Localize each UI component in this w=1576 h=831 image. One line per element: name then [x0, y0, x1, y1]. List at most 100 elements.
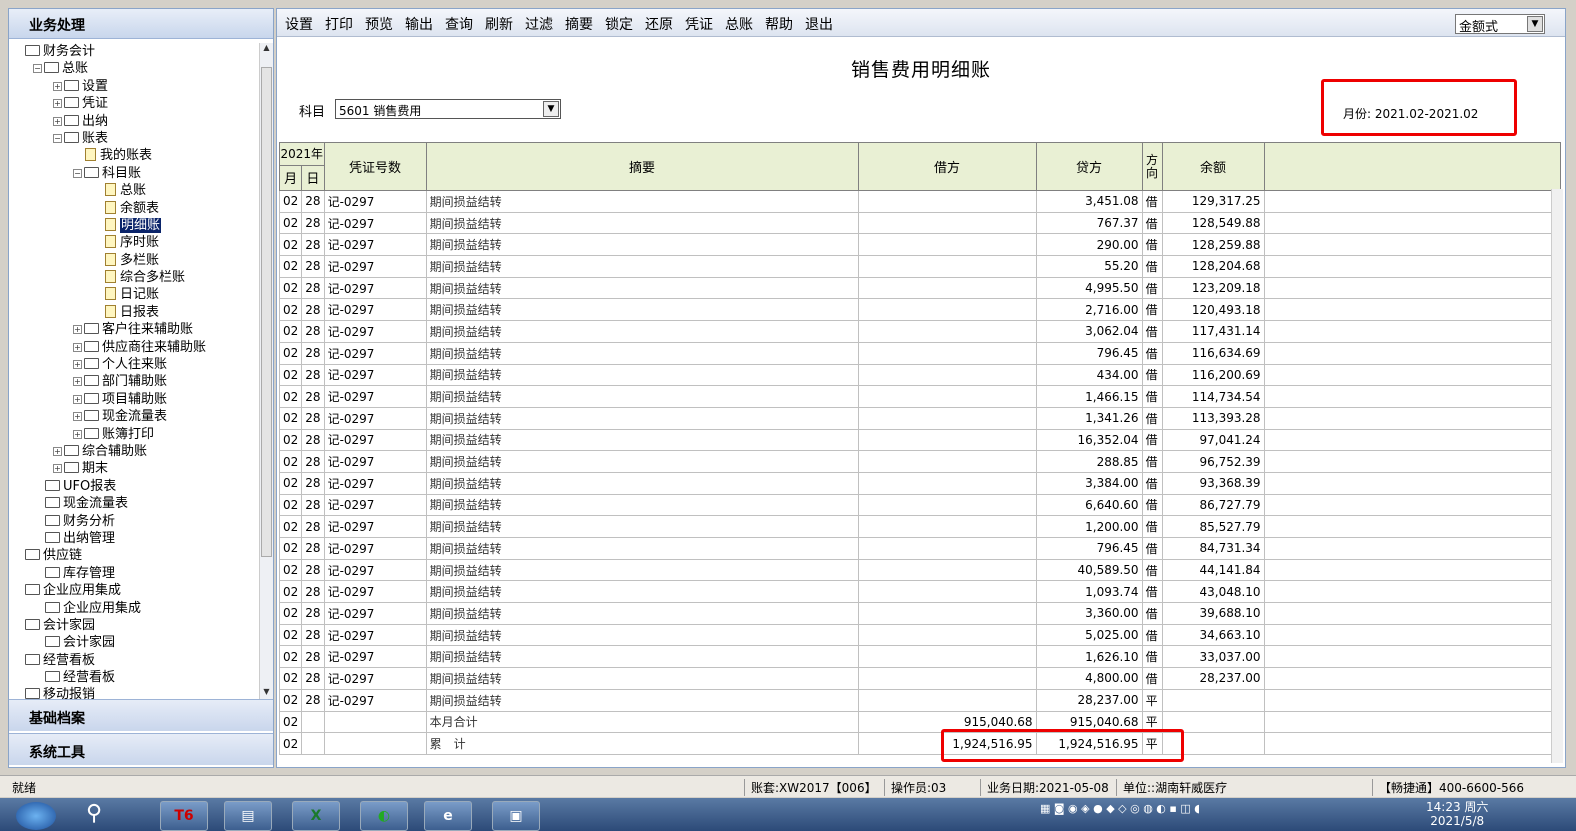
tree-item[interactable]: + 部门辅助账 — [13, 373, 259, 390]
tree-item[interactable]: 经营看板 — [13, 652, 259, 669]
clock[interactable]: 14:23 周六 2021/5/8 — [1426, 800, 1488, 828]
display-mode-select[interactable]: 金额式 ▼ — [1455, 14, 1545, 35]
toolbar-button[interactable]: 还原 — [645, 17, 673, 33]
toolbar-button[interactable]: 锁定 — [605, 17, 633, 33]
tree-item[interactable]: 企业应用集成 — [13, 600, 259, 617]
table-row[interactable]: 02 28 记-0297 期间损益结转 3,384.00 借 93,368.39 — [279, 471, 1561, 495]
table-row[interactable]: 02 28 记-0297 期间损益结转 1,341.26 借 113,393.28 — [279, 406, 1561, 430]
expand-icon[interactable]: + — [73, 325, 82, 335]
table-row[interactable]: 02 28 记-0297 期间损益结转 796.45 借 84,731.34 — [279, 537, 1561, 560]
t6-app-icon[interactable]: T6 — [160, 801, 208, 831]
tree-item[interactable]: 总账 — [13, 182, 259, 199]
table-row[interactable]: 02 28 记-0297 期间损益结转 6,640.60 借 86,727.79 — [279, 493, 1561, 517]
tree-item[interactable]: − 总账 — [13, 60, 259, 77]
start-button-icon[interactable] — [16, 802, 56, 830]
scroll-up-icon[interactable]: ▲ — [261, 43, 272, 55]
toolbar-button[interactable]: 刷新 — [485, 17, 513, 33]
table-row[interactable]: 02 28 记-0297 期间损益结转 2,716.00 借 120,493.18 — [279, 298, 1561, 322]
table-row[interactable]: 02 28 记-0297 期间损益结转 40,589.50 借 44,141.84 — [279, 558, 1561, 582]
tree-item[interactable]: 我的账表 — [13, 147, 259, 164]
expand-icon[interactable]: + — [73, 377, 82, 387]
table-row[interactable]: 02 28 记-0297 期间损益结转 288.85 借 96,752.39 — [279, 450, 1561, 473]
tree-item[interactable]: 移动报销 — [13, 686, 259, 699]
scroll-down-icon[interactable]: ▼ — [261, 687, 272, 699]
table-row[interactable]: 02 28 记-0297 期间损益结转 290.00 借 128,259.88 — [279, 233, 1561, 257]
expand-icon[interactable]: + — [53, 464, 62, 474]
dropdown-arrow-icon[interactable]: ▼ — [1527, 16, 1543, 32]
search-icon[interactable]: ⚲ — [70, 801, 118, 831]
table-row[interactable]: 02 28 记-0297 期间损益结转 796.45 借 116,634.69 — [279, 341, 1561, 365]
toolbar-button[interactable]: 凭证 — [685, 17, 713, 33]
tree-item[interactable]: 财务分析 — [13, 513, 259, 530]
toolbar-button[interactable]: 退出 — [805, 17, 833, 33]
toolbar-button[interactable]: 过滤 — [525, 17, 553, 33]
toolbar-button[interactable]: 摘要 — [565, 17, 593, 33]
tree-item[interactable]: + 个人往来账 — [13, 356, 259, 373]
collapse-icon[interactable]: − — [73, 168, 82, 178]
tree-item[interactable]: 综合多栏账 — [13, 269, 259, 286]
expand-icon[interactable]: + — [73, 412, 82, 422]
scroll-thumb[interactable] — [261, 67, 272, 557]
expand-icon[interactable]: + — [53, 81, 62, 91]
table-row[interactable]: 02 28 记-0297 期间损益结转 1,093.74 借 43,048.10 — [279, 580, 1561, 604]
tree-item[interactable]: + 综合辅助账 — [13, 443, 259, 460]
table-row[interactable]: 02 28 记-0297 期间损益结转 4,800.00 借 28,237.00 — [279, 667, 1561, 690]
expand-icon[interactable]: + — [53, 116, 62, 126]
window-icon[interactable]: ▣ — [492, 801, 540, 831]
table-row[interactable]: 02 28 记-0297 期间损益结转 16,352.04 借 97,041.24 — [279, 428, 1561, 452]
toolbar-button[interactable]: 预览 — [365, 17, 393, 33]
expand-icon[interactable]: + — [73, 429, 82, 439]
table-row[interactable]: 02 28 记-0297 期间损益结转 5,025.00 借 34,663.10 — [279, 623, 1561, 647]
nav-scrollbar[interactable]: ▲ ▼ — [259, 43, 273, 699]
tree-item[interactable]: + 项目辅助账 — [13, 391, 259, 408]
expand-icon[interactable]: + — [73, 342, 82, 352]
tree-item[interactable]: + 设置 — [13, 78, 259, 95]
dropdown-arrow-icon[interactable]: ▼ — [543, 101, 559, 117]
tree-item[interactable]: 会计家园 — [13, 634, 259, 651]
browser-icon[interactable]: e — [424, 801, 472, 831]
explorer-icon[interactable]: ▤ — [224, 801, 272, 831]
tree-item[interactable]: + 客户往来辅助账 — [13, 321, 259, 338]
tree-item[interactable]: + 账簿打印 — [13, 426, 259, 443]
system-tray-icons[interactable]: ▦ ◙ ◉ ◈ ● ◆ ◇ ◎ ◍ ◐ ▪ ◫ ◖ — [1040, 802, 1410, 828]
tree-item[interactable]: 库存管理 — [13, 565, 259, 582]
toolbar-button[interactable]: 输出 — [405, 17, 433, 33]
table-row[interactable]: 02 28 记-0297 期间损益结转 1,626.10 借 33,037.00 — [279, 645, 1561, 669]
expand-icon[interactable]: + — [73, 394, 82, 404]
tree-item[interactable]: 出纳管理 — [13, 530, 259, 547]
table-scrollbar[interactable] — [1551, 189, 1563, 763]
toolbar-button[interactable]: 帮助 — [765, 17, 793, 33]
tree-item[interactable]: UFO报表 — [13, 478, 259, 495]
tree-item[interactable]: 企业应用集成 — [13, 582, 259, 599]
tree-item[interactable]: + 供应商往来辅助账 — [13, 339, 259, 356]
tree-item[interactable]: 多栏账 — [13, 252, 259, 269]
wechat-icon[interactable]: ◐ — [360, 801, 408, 831]
tree-item[interactable]: 日报表 — [13, 304, 259, 321]
tree-item[interactable]: 会计家园 — [13, 617, 259, 634]
tree-item[interactable]: 序时账 — [13, 234, 259, 251]
toolbar-button[interactable]: 打印 — [325, 17, 353, 33]
excel-icon[interactable]: X — [292, 801, 340, 831]
table-row[interactable]: 02 28 记-0297 期间损益结转 3,360.00 借 39,688.10 — [279, 602, 1561, 625]
tree-item[interactable]: − 科目账 — [13, 165, 259, 182]
expand-icon[interactable]: + — [53, 446, 62, 456]
collapse-icon[interactable]: − — [53, 133, 62, 143]
table-row[interactable]: 02 累 计 1,924,516.95 1,924,516.95 平 — [279, 732, 1561, 755]
tree-item[interactable]: 供应链 — [13, 547, 259, 564]
tree-item[interactable]: + 现金流量表 — [13, 408, 259, 425]
tree-item[interactable]: 现金流量表 — [13, 495, 259, 512]
table-row[interactable]: 02 28 记-0297 期间损益结转 1,466.15 借 114,734.54 — [279, 385, 1561, 408]
tree-item[interactable]: 余额表 — [13, 200, 259, 217]
table-row[interactable]: 02 本月合计 915,040.68 915,040.68 平 — [279, 710, 1561, 734]
table-row[interactable]: 02 28 记-0297 期间损益结转 767.37 借 128,549.88 — [279, 211, 1561, 235]
collapse-icon[interactable]: − — [33, 64, 42, 74]
system-tools-button[interactable]: 系统工具 — [9, 733, 273, 765]
toolbar-button[interactable]: 总账 — [725, 17, 753, 33]
toolbar-button[interactable]: 设置 — [285, 17, 313, 33]
tree-item[interactable]: + 期末 — [13, 460, 259, 477]
subject-select[interactable]: 5601 销售费用 ▼ — [335, 99, 561, 119]
table-row[interactable]: 02 28 记-0297 期间损益结转 3,451.08 借 129,317.25 — [279, 190, 1561, 213]
tree-item[interactable]: − 账表 — [13, 130, 259, 147]
tree-item[interactable]: 日记账 — [13, 286, 259, 303]
tree-item[interactable]: 财务会计 — [13, 43, 259, 60]
